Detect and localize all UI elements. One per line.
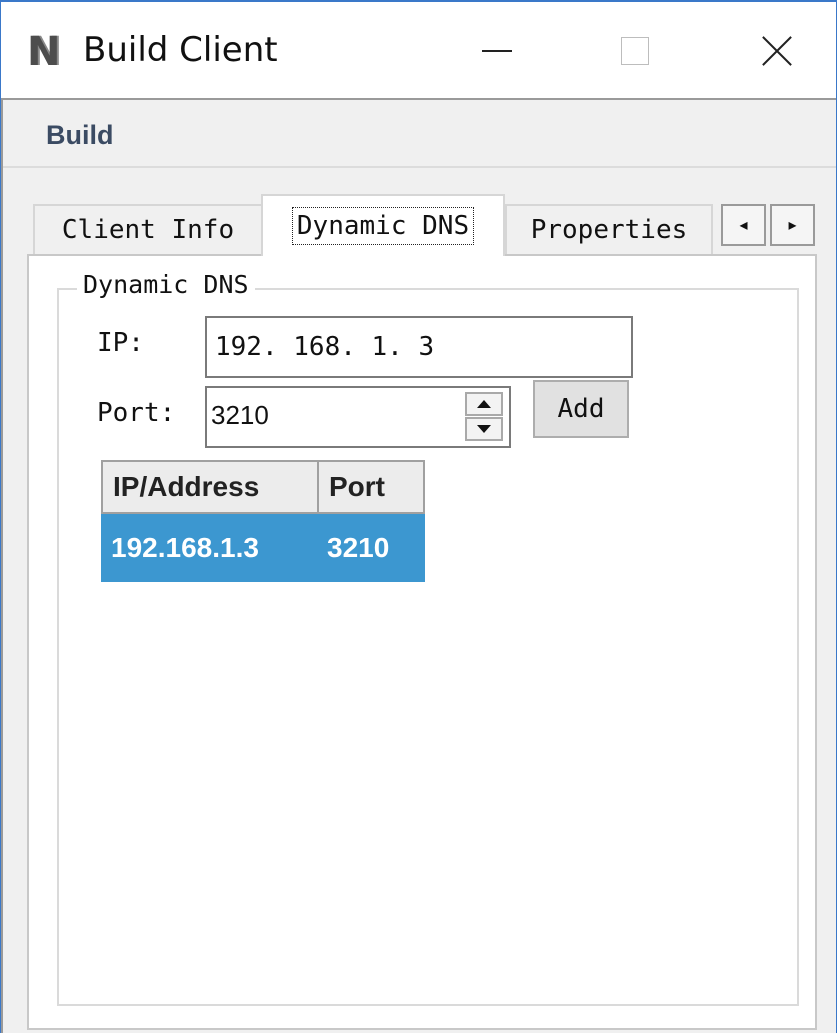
dynamic-dns-group: Dynamic DNS IP: 192. 168. 1. 3 Port: 321… [57,270,799,1006]
tab-scroll-buttons: ◂ ▸ [721,204,815,246]
close-icon [761,35,793,67]
group-title: Dynamic DNS [77,270,255,299]
arrow-up-icon [477,400,491,408]
tab-properties[interactable]: Properties [505,204,713,254]
row-ip-address: 192.168.1.3 [111,532,259,563]
ip-label: IP: [97,328,144,358]
list-row[interactable]: 192.168.1.3 3210 [101,514,425,582]
menu-bar: Build [3,100,836,168]
dns-list[interactable]: IP/Address Port 192.168.1.3 3210 [101,460,425,582]
port-value: 3210 [211,400,269,430]
app-logo-icon: N [27,29,60,75]
title-bar[interactable]: N Build Client [1,2,836,98]
column-header-port[interactable]: Port [319,462,423,512]
maximize-button[interactable] [595,16,675,86]
dynamic-dns-page: Dynamic DNS IP: 192. 168. 1. 3 Port: 321… [27,254,817,1030]
port-label: Port: [97,398,176,428]
tab-strip: Client Info Dynamic DNS Properties ◂ ▸ [33,194,823,256]
maximize-icon [621,37,649,65]
tab-dynamic-dns[interactable]: Dynamic DNS [261,194,505,256]
tab-dynamic-dns-label: Dynamic DNS [291,207,475,245]
menu-separator [3,166,836,168]
port-increment-button[interactable] [465,392,503,416]
menu-build[interactable]: Build [46,120,114,151]
minimize-icon [482,50,512,52]
tab-scroll-left-button[interactable]: ◂ [721,204,766,246]
minimize-button[interactable] [457,16,537,86]
build-client-window: N Build Client Build Client Info Dynamic… [0,0,837,1033]
tab-client-info[interactable]: Client Info [33,204,263,254]
tab-scroll-right-button[interactable]: ▸ [770,204,815,246]
close-button[interactable] [737,16,817,86]
port-stepper[interactable]: 3210 [205,386,511,448]
port-decrement-button[interactable] [465,417,503,441]
column-header-ip-address[interactable]: IP/Address [103,462,319,512]
window-title: Build Client [83,30,278,70]
arrow-down-icon [477,425,491,433]
list-header: IP/Address Port [101,460,425,514]
client-area: Build Client Info Dynamic DNS Properties… [1,98,836,1033]
row-port: 3210 [327,532,390,563]
port-spinner [465,392,503,442]
add-button[interactable]: Add [533,380,629,438]
ip-input[interactable]: 192. 168. 1. 3 [205,316,633,378]
